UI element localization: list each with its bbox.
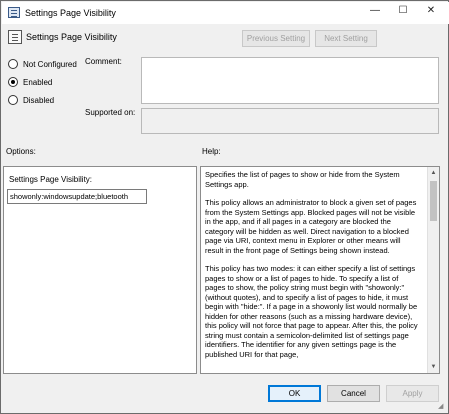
apply-button[interactable]: Apply — [386, 385, 439, 402]
radio-disabled-dot[interactable] — [8, 95, 18, 105]
scroll-thumb[interactable] — [430, 181, 437, 221]
setting-title: Settings Page Visibility — [26, 32, 117, 42]
supported-on-label: Supported on: — [85, 108, 136, 117]
supported-on-field — [141, 108, 439, 134]
policy-dialog-window: Settings Page Visibility — ☐ ✕ Settings … — [0, 0, 449, 414]
title-bar[interactable]: Settings Page Visibility — ☐ ✕ — [2, 2, 449, 24]
cancel-button[interactable]: Cancel — [327, 385, 380, 402]
settings-page-visibility-label: Settings Page Visibility: — [9, 175, 93, 184]
radio-not-configured-label: Not Configured — [23, 59, 77, 69]
scroll-down-icon[interactable]: ▼ — [428, 361, 439, 373]
minimize-button[interactable]: — — [368, 4, 382, 18]
settings-page-visibility-input[interactable]: showonly:windowsupdate;bluetooth — [7, 189, 147, 204]
help-paragraph: This policy has two modes: it can either… — [205, 264, 420, 359]
help-label: Help: — [202, 147, 221, 156]
previous-setting-button[interactable]: Previous Setting — [242, 30, 310, 47]
scroll-up-icon[interactable]: ▲ — [428, 167, 439, 179]
help-panel: Specifies the list of pages to show or h… — [200, 166, 440, 374]
radio-disabled[interactable]: Disabled — [8, 95, 54, 105]
help-paragraph: This policy allows an administrator to b… — [205, 198, 419, 255]
radio-enabled[interactable]: Enabled — [8, 77, 52, 87]
radio-enabled-label: Enabled — [23, 77, 53, 87]
radio-not-configured-dot[interactable] — [8, 59, 18, 69]
radio-disabled-label: Disabled — [23, 95, 55, 105]
radio-not-configured[interactable]: Not Configured — [8, 59, 77, 69]
radio-enabled-dot[interactable] — [8, 77, 18, 87]
help-text: Specifies the list of pages to show or h… — [205, 170, 420, 368]
maximize-button[interactable]: ☐ — [396, 4, 410, 18]
help-scrollbar[interactable]: ▲ ▼ — [427, 167, 439, 373]
policy-setting-icon — [8, 30, 22, 44]
ok-button[interactable]: OK — [268, 385, 321, 402]
resize-grip-icon[interactable]: ◢ — [438, 403, 446, 411]
comment-label: Comment: — [85, 57, 122, 66]
next-setting-button[interactable]: Next Setting — [315, 30, 377, 47]
window-title: Settings Page Visibility — [25, 8, 116, 18]
options-label: Options: — [6, 147, 36, 156]
help-paragraph: Specifies the list of pages to show or h… — [205, 170, 402, 189]
comment-textarea[interactable] — [141, 57, 439, 104]
close-button[interactable]: ✕ — [424, 4, 438, 18]
policy-setting-icon — [8, 7, 20, 18]
